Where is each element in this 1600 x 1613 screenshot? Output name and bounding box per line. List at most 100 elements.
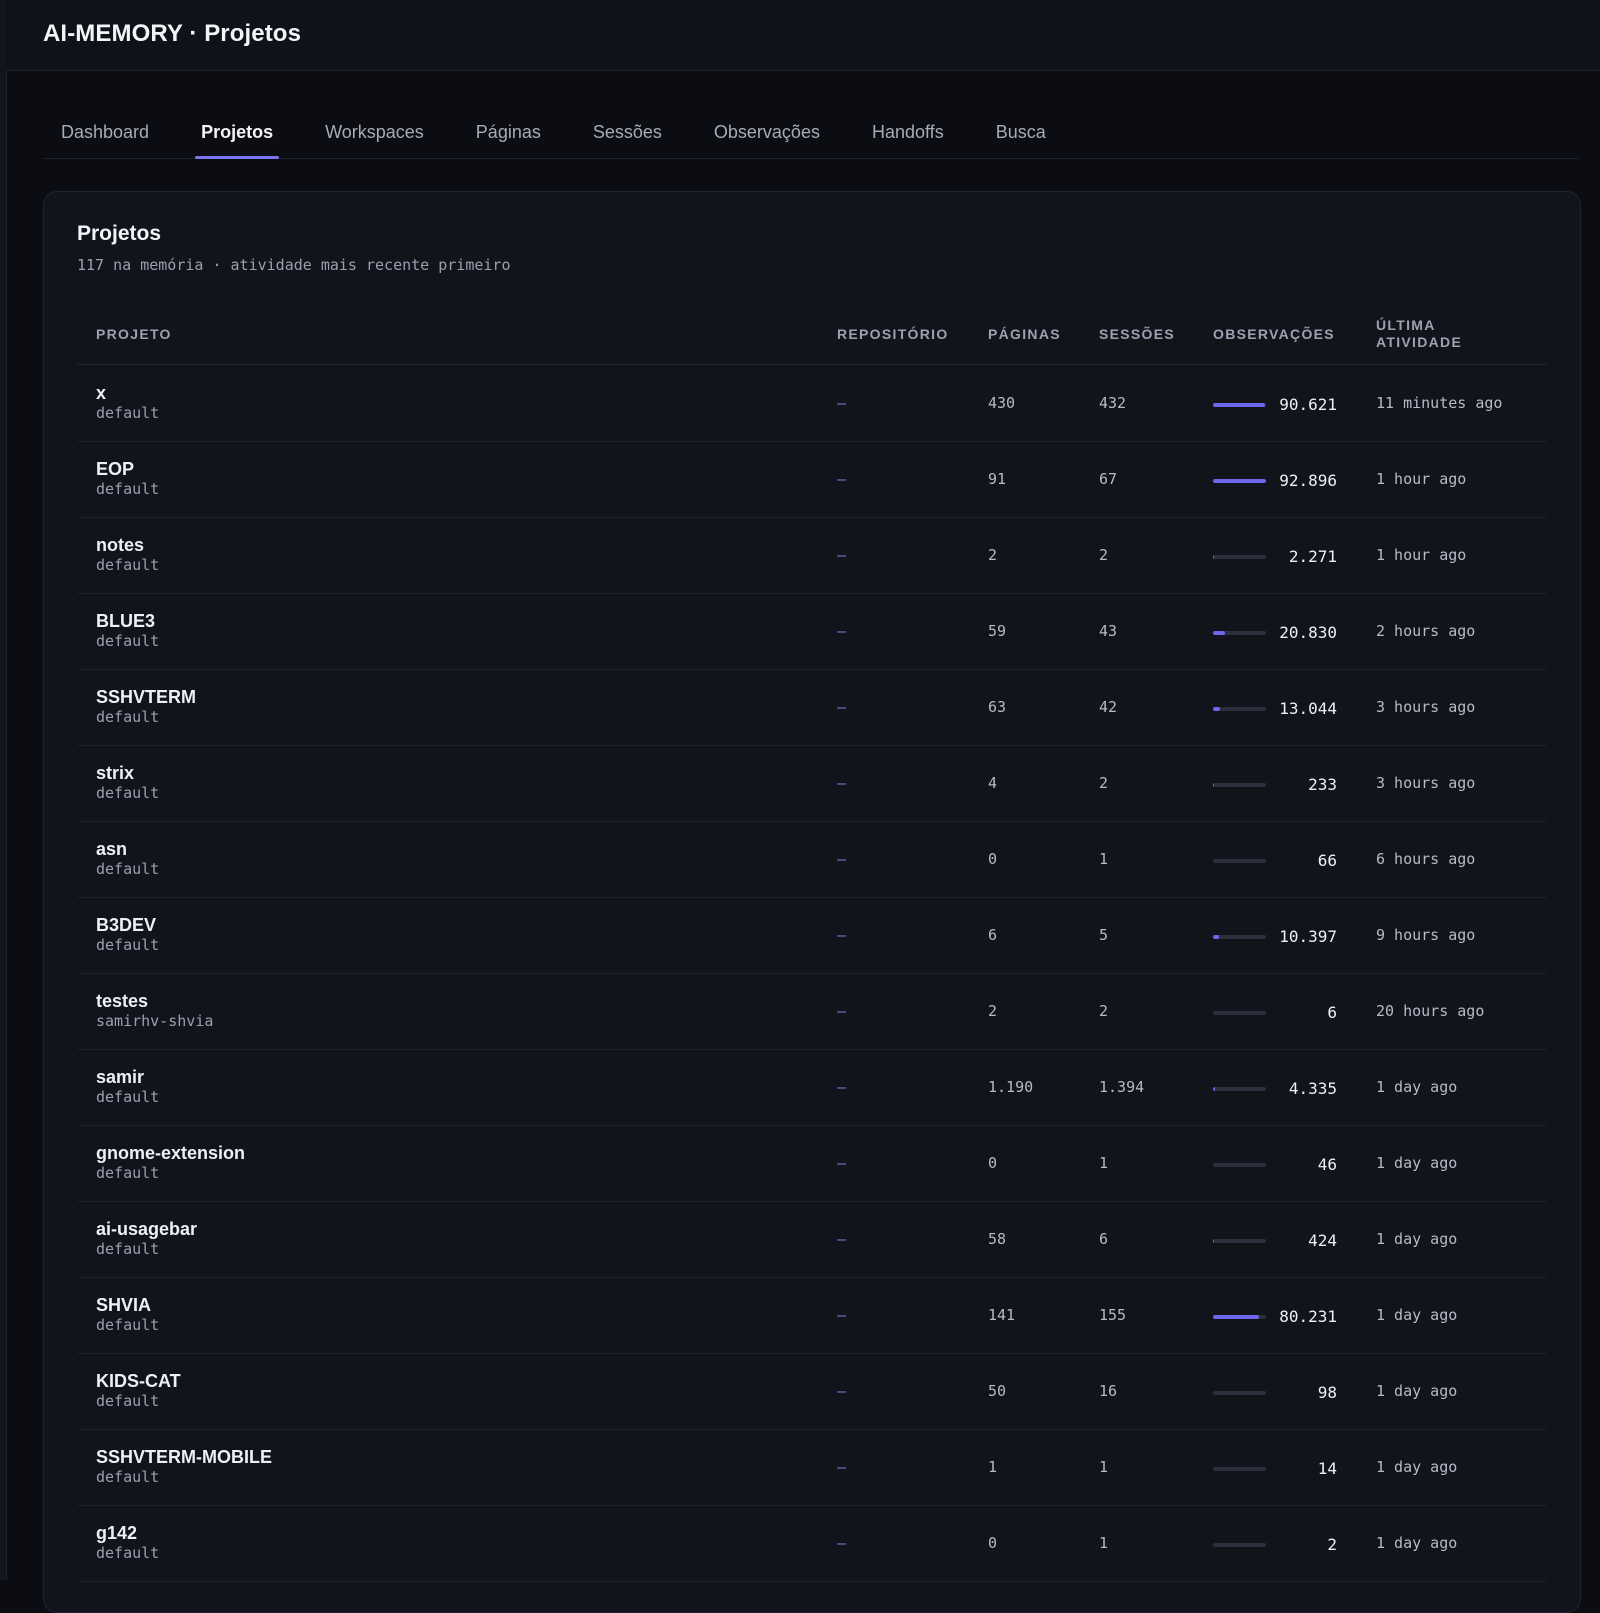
- project-name[interactable]: SSHVTERM: [96, 687, 196, 708]
- last-activity: 9 hours ago: [1376, 926, 1475, 944]
- column-header-projeto[interactable]: PROJETO: [96, 304, 172, 364]
- column-header-sessoes[interactable]: SESSÕES: [1099, 304, 1175, 364]
- table-row[interactable]: gnome-extensiondefault—01461 day ago: [77, 1126, 1547, 1202]
- tab-observacoes[interactable]: Observações: [708, 104, 826, 158]
- project-workspace: default: [96, 1088, 159, 1106]
- project-workspace: default: [96, 404, 159, 422]
- pages-count: 430: [988, 394, 1015, 412]
- observations-bar: [1213, 1467, 1266, 1471]
- project-workspace: samirhv-shvia: [96, 1012, 213, 1030]
- project-name[interactable]: strix: [96, 763, 134, 784]
- table-row[interactable]: SSHVTERMdefault—634213.0443 hours ago: [77, 670, 1547, 746]
- observations-count: 80.231: [1267, 1307, 1337, 1326]
- tab-workspaces[interactable]: Workspaces: [319, 104, 430, 158]
- table-row[interactable]: notesdefault—222.2711 hour ago: [77, 518, 1547, 594]
- tab-projetos[interactable]: Projetos: [195, 104, 279, 158]
- repository-value: —: [837, 622, 846, 640]
- observations-bar: [1213, 935, 1266, 939]
- column-header-repositorio[interactable]: REPOSITÓRIO: [837, 304, 949, 364]
- sessions-count: 16: [1099, 1382, 1117, 1400]
- pages-count: 59: [988, 622, 1006, 640]
- table-row[interactable]: strixdefault—422333 hours ago: [77, 746, 1547, 822]
- observations-bar: [1213, 1239, 1266, 1243]
- observations-count: 6: [1267, 1003, 1337, 1022]
- tab-paginas[interactable]: Páginas: [470, 104, 547, 158]
- project-workspace: default: [96, 784, 159, 802]
- pages-count: 6: [988, 926, 997, 944]
- table-header: PROJETO REPOSITÓRIO PÁGINAS SESSÕES OBSE…: [77, 304, 1547, 365]
- table-row[interactable]: asndefault—01666 hours ago: [77, 822, 1547, 898]
- observations-bar-fill: [1213, 631, 1225, 635]
- tab-handoffs[interactable]: Handoffs: [866, 104, 950, 158]
- project-name[interactable]: BLUE3: [96, 611, 155, 632]
- observations-count: 20.830: [1267, 623, 1337, 642]
- tab-dashboard[interactable]: Dashboard: [55, 104, 155, 158]
- pages-count: 0: [988, 850, 997, 868]
- table-row[interactable]: SSHVTERM-MOBILEdefault—11141 day ago: [77, 1430, 1547, 1506]
- sessions-count: 2: [1099, 774, 1108, 792]
- pages-count: 91: [988, 470, 1006, 488]
- observations-bar: [1213, 631, 1266, 635]
- table-row[interactable]: SHVIAdefault—14115580.2311 day ago: [77, 1278, 1547, 1354]
- table-row[interactable]: g142default—0121 day ago: [77, 1506, 1547, 1582]
- pages-count: 141: [988, 1306, 1015, 1324]
- last-activity: 1 day ago: [1376, 1078, 1457, 1096]
- project-name[interactable]: SHVIA: [96, 1295, 151, 1316]
- table-row[interactable]: B3DEVdefault—6510.3979 hours ago: [77, 898, 1547, 974]
- pages-count: 2: [988, 546, 997, 564]
- observations-bar-fill: [1213, 935, 1219, 939]
- table-row[interactable]: BLUE3default—594320.8302 hours ago: [77, 594, 1547, 670]
- project-workspace: default: [96, 1240, 159, 1258]
- project-name[interactable]: g142: [96, 1523, 137, 1544]
- project-name[interactable]: SSHVTERM-MOBILE: [96, 1447, 272, 1468]
- project-workspace: default: [96, 556, 159, 574]
- table-row[interactable]: testessamirhv-shvia—22620 hours ago: [77, 974, 1547, 1050]
- last-activity: 1 day ago: [1376, 1458, 1457, 1476]
- table-row[interactable]: KIDS-CATdefault—5016981 day ago: [77, 1354, 1547, 1430]
- project-name[interactable]: notes: [96, 535, 144, 556]
- repository-value: —: [837, 698, 846, 716]
- tab-busca[interactable]: Busca: [990, 104, 1052, 158]
- project-name[interactable]: x: [96, 383, 106, 404]
- observations-bar: [1213, 479, 1266, 483]
- observations-bar: [1213, 1163, 1266, 1167]
- project-name[interactable]: KIDS-CAT: [96, 1371, 181, 1392]
- observations-count: 98: [1267, 1383, 1337, 1402]
- observations-count: 46: [1267, 1155, 1337, 1174]
- column-header-ultima-atividade[interactable]: ÚLTIMA ATIVIDADE: [1376, 304, 1486, 364]
- table-row[interactable]: samirdefault—1.1901.3944.3351 day ago: [77, 1050, 1547, 1126]
- pages-count: 0: [988, 1154, 997, 1172]
- repository-value: —: [837, 850, 846, 868]
- sessions-count: 6: [1099, 1230, 1108, 1248]
- observations-count: 92.896: [1267, 471, 1337, 490]
- table-body: xdefault—43043290.62111 minutes agoEOPde…: [77, 366, 1547, 1582]
- table-row[interactable]: EOPdefault—916792.8961 hour ago: [77, 442, 1547, 518]
- pages-count: 2: [988, 1002, 997, 1020]
- observations-count: 233: [1267, 775, 1337, 794]
- sessions-count: 2: [1099, 1002, 1108, 1020]
- project-name[interactable]: asn: [96, 839, 127, 860]
- project-name[interactable]: gnome-extension: [96, 1143, 245, 1164]
- project-name[interactable]: samir: [96, 1067, 144, 1088]
- project-workspace: default: [96, 480, 159, 498]
- table-row[interactable]: ai-usagebardefault—5864241 day ago: [77, 1202, 1547, 1278]
- pages-count: 63: [988, 698, 1006, 716]
- project-name[interactable]: EOP: [96, 459, 134, 480]
- sessions-count: 1: [1099, 1534, 1108, 1552]
- project-name[interactable]: B3DEV: [96, 915, 156, 936]
- observations-count: 424: [1267, 1231, 1337, 1250]
- table-row[interactable]: xdefault—43043290.62111 minutes ago: [77, 366, 1547, 442]
- project-workspace: default: [96, 1392, 159, 1410]
- last-activity: 6 hours ago: [1376, 850, 1475, 868]
- column-header-paginas[interactable]: PÁGINAS: [988, 304, 1061, 364]
- sessions-count: 5: [1099, 926, 1108, 944]
- pages-count: 1: [988, 1458, 997, 1476]
- observations-count: 90.621: [1267, 395, 1337, 414]
- tab-sessoes[interactable]: Sessões: [587, 104, 668, 158]
- column-header-observacoes[interactable]: OBSERVAÇÕES: [1213, 304, 1335, 364]
- project-name[interactable]: testes: [96, 991, 148, 1012]
- sessions-count: 1.394: [1099, 1078, 1144, 1096]
- pages-count: 1.190: [988, 1078, 1033, 1096]
- last-activity: 2 hours ago: [1376, 622, 1475, 640]
- project-name[interactable]: ai-usagebar: [96, 1219, 197, 1240]
